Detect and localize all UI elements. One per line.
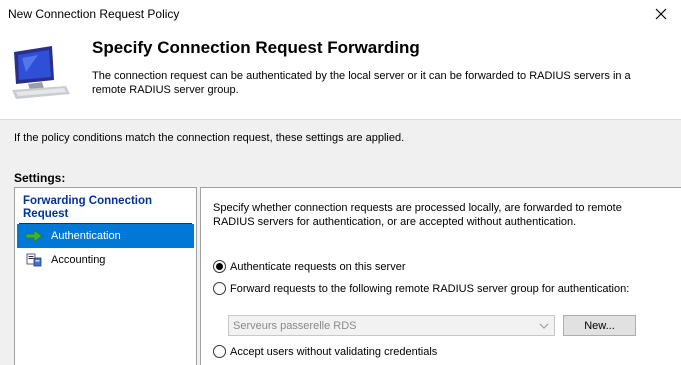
settings-panel: Specify whether connection requests are … [200, 187, 681, 365]
computer-monitor-icon [12, 46, 70, 99]
page-heading: Specify Connection Request Forwarding [92, 38, 420, 57]
intro-text: If the policy conditions match the conne… [14, 132, 405, 144]
wizard-header: Specify Connection Request Forwarding Th… [0, 28, 681, 120]
radio-label: Accept users without validating credenti… [230, 345, 438, 358]
server-group-select[interactable]: Serveurs passerelle RDS [228, 315, 555, 336]
settings-label: Settings: [14, 171, 66, 185]
radio-authenticate-locally[interactable]: Authenticate requests on this server [213, 260, 405, 273]
title-bar: New Connection Request Policy [0, 0, 681, 28]
nav-item-label: Authentication [51, 230, 121, 242]
close-icon [655, 8, 667, 20]
nav-item-authentication[interactable]: Authentication [17, 224, 194, 248]
nav-group-title: Forwarding Connection Request [23, 195, 153, 220]
radio-button[interactable] [213, 345, 226, 358]
close-button[interactable] [641, 0, 681, 28]
radio-label: Forward requests to the following remote… [230, 282, 630, 295]
chevron-down-icon [539, 323, 549, 329]
window-title: New Connection Request Policy [8, 7, 180, 21]
nav-item-label: Accounting [51, 254, 106, 266]
panel-description: Specify whether connection requests are … [213, 202, 622, 228]
accounting-icon [25, 252, 43, 268]
new-server-group-button[interactable]: New... [563, 315, 636, 336]
radio-button[interactable] [213, 260, 226, 273]
settings-nav: Forwarding Connection Request Authentica… [14, 187, 197, 365]
radio-label: Authenticate requests on this server [230, 260, 406, 273]
nav-item-accounting[interactable]: Accounting [17, 248, 194, 272]
select-value: Serveurs passerelle RDS [233, 319, 357, 332]
radio-button[interactable] [213, 282, 226, 295]
radio-accept-without-validation[interactable]: Accept users without validating credenti… [213, 345, 437, 358]
page-description: The connection request can be authentica… [92, 70, 631, 96]
green-arrow-icon [25, 228, 43, 244]
radio-forward-requests[interactable]: Forward requests to the following remote… [213, 282, 629, 295]
